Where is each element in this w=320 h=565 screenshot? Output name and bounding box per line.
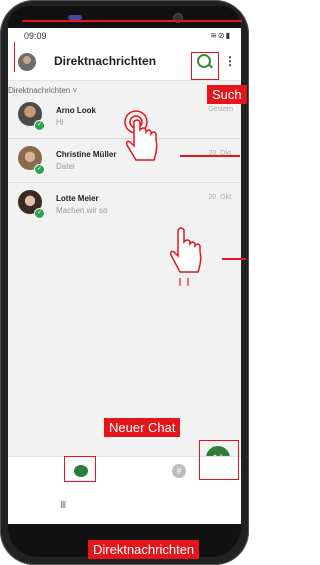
conversation-preview: Datei — [56, 162, 75, 171]
annotation-swipe-arrow — [222, 258, 246, 260]
conversation-name: Arno Look — [56, 106, 96, 115]
conversation-item[interactable]: ✓ Lotte Meier Machen wir so 20. Okt. — [8, 186, 241, 226]
conversation-preview: Machen wir so — [56, 206, 108, 215]
conversation-preview: Hi — [56, 118, 64, 127]
swipe-hand-icon — [170, 227, 202, 286]
annotation-new-chat-box — [199, 440, 239, 480]
annotation-chat-tab-box — [64, 456, 96, 482]
annotation-new-chat-label: Neuer Chat — [104, 418, 181, 437]
recent-apps-icon[interactable]: III — [60, 500, 66, 511]
phone-top-bezel — [8, 6, 241, 28]
section-header-direktnachrichten[interactable]: Direktnachrichten ˅ — [8, 86, 77, 95]
conversation-date: 20. Okt. — [208, 194, 233, 201]
overflow-menu-button[interactable]: ⋮ — [224, 53, 236, 69]
annotation-top-line — [22, 20, 242, 22]
status-icons: ≋⊘▮ — [210, 31, 231, 40]
page-title: Direktnachrichten — [54, 54, 157, 68]
annotation-search-box — [191, 52, 219, 80]
conversation-name: Lotte Meier — [56, 194, 99, 203]
tap-hand-icon — [124, 110, 158, 161]
annotation-list-arrow — [180, 155, 240, 157]
conversation-name: Christine Müller — [56, 150, 117, 159]
online-check-icon: ✓ — [34, 164, 45, 175]
status-time: 09:09 — [24, 31, 47, 41]
annotation-search-label: Such — [207, 85, 247, 104]
online-check-icon: ✓ — [34, 208, 45, 219]
conversation-date: Gestern — [208, 106, 233, 113]
status-bar: 09:09 ≋⊘▮ — [8, 28, 241, 44]
annotation-direct-messages-label: Direktnachrichten — [88, 540, 200, 559]
online-check-icon: ✓ — [34, 120, 45, 131]
annotation-profile-marker — [14, 42, 41, 72]
nav-channels-hash-icon[interactable]: # — [172, 464, 186, 478]
system-navigation-bar: III — [8, 492, 241, 524]
